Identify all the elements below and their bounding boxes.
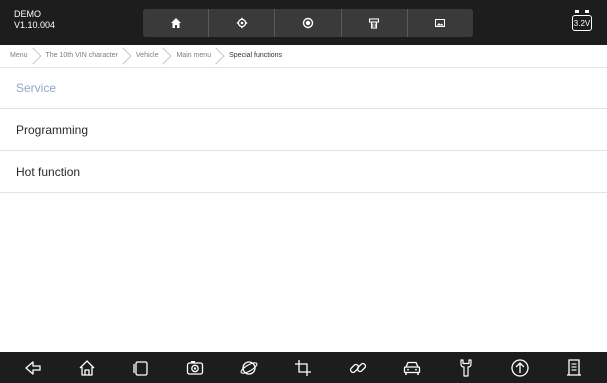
list-item-hot-function[interactable]: Hot function xyxy=(0,151,607,193)
toolbar-record-button[interactable] xyxy=(275,9,342,37)
report-icon xyxy=(566,358,581,376)
nav-crop-button[interactable] xyxy=(290,355,316,381)
nav-browser-button[interactable] xyxy=(236,355,262,381)
list-item-programming[interactable]: Programming xyxy=(0,109,607,151)
wrench-icon xyxy=(460,358,472,377)
recent-apps-icon xyxy=(133,360,148,376)
printer-icon xyxy=(369,18,380,29)
nav-report-button[interactable] xyxy=(561,355,587,381)
list-item-service[interactable]: Service xyxy=(0,67,607,109)
breadcrumb-special-functions: Special functions xyxy=(229,52,283,59)
toolbar-settings-button[interactable] xyxy=(209,9,276,37)
toolbar xyxy=(143,9,473,37)
upload-icon xyxy=(511,358,529,377)
breadcrumb-vin-character[interactable]: The 10th VIN character xyxy=(36,45,126,67)
nav-recent-apps-button[interactable] xyxy=(128,355,154,381)
link-icon xyxy=(349,362,366,373)
battery-terminal xyxy=(585,10,589,13)
nav-back-button[interactable] xyxy=(20,355,46,381)
nav-repair-button[interactable] xyxy=(453,355,479,381)
toolbar-home-button[interactable] xyxy=(143,9,210,37)
image-icon xyxy=(435,19,446,27)
toolbar-print-button[interactable] xyxy=(342,9,408,37)
battery-voltage: 3.2V xyxy=(572,15,592,31)
bottom-nav-bar xyxy=(0,352,607,383)
gear-icon xyxy=(236,17,247,29)
nav-link-button[interactable] xyxy=(345,355,371,381)
app-info: DEMO V1.10.004 xyxy=(14,9,55,31)
breadcrumb-menu[interactable]: Menu xyxy=(0,45,36,67)
special-functions-list: Service Programming Hot function xyxy=(0,67,607,193)
crop-icon xyxy=(295,359,312,376)
nav-home-button[interactable] xyxy=(74,355,100,381)
breadcrumb-vehicle[interactable]: Vehicle xyxy=(126,45,167,67)
home-icon xyxy=(79,359,95,376)
nav-camera-button[interactable] xyxy=(182,355,208,381)
battery-indicator: 3.2V xyxy=(572,7,594,37)
battery-terminal xyxy=(575,10,579,13)
record-icon xyxy=(302,17,314,29)
nav-update-button[interactable] xyxy=(507,355,533,381)
back-icon xyxy=(25,360,41,375)
app-version: V1.10.004 xyxy=(14,20,56,30)
app-name: DEMO xyxy=(14,9,41,19)
breadcrumb-main-menu[interactable]: Main menu xyxy=(166,45,219,67)
breadcrumb: Menu The 10th VIN character Vehicle Main… xyxy=(0,45,607,68)
nav-vehicle-button[interactable] xyxy=(399,355,425,381)
toolbar-screenshot-button[interactable] xyxy=(408,9,473,37)
car-icon xyxy=(403,361,420,375)
home-icon xyxy=(170,18,181,28)
top-bar: DEMO V1.10.004 3.2V xyxy=(0,0,607,45)
browser-icon xyxy=(240,360,258,375)
camera-icon xyxy=(187,360,204,375)
